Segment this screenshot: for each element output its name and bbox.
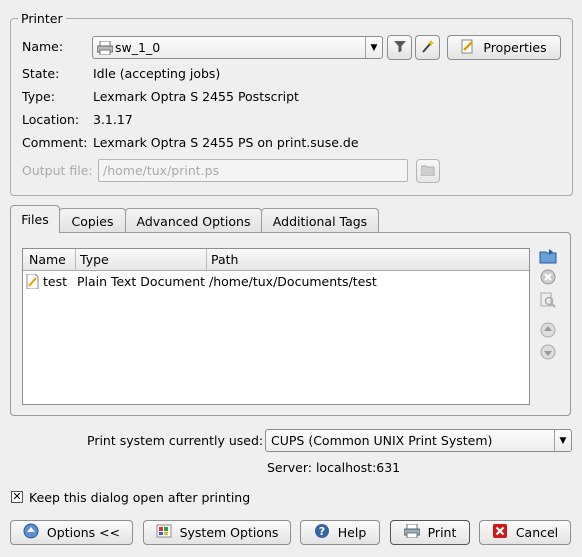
- remove-file-button[interactable]: [538, 268, 558, 288]
- comment-label: Comment:: [22, 135, 88, 150]
- location-label: Location:: [22, 112, 80, 127]
- files-list-header: Name Type Path: [23, 249, 529, 271]
- arrow-down-icon: [540, 344, 556, 363]
- options-label: Options <<: [46, 525, 121, 540]
- output-file-value: /home/tux/print.ps: [103, 163, 220, 178]
- move-up-button[interactable]: [538, 321, 558, 341]
- location-value: 3.1.17: [93, 112, 133, 127]
- print-system-value: CUPS (Common UNIX Print System): [271, 433, 493, 448]
- print-label: Print: [427, 525, 457, 540]
- printer-icon: [96, 40, 114, 55]
- tab-additional-tags-label: Additional Tags: [272, 213, 368, 229]
- properties-button[interactable]: Properties: [447, 35, 561, 60]
- table-row[interactable]: test Plain Text Document /home/tux/Docum…: [23, 272, 529, 292]
- print-system-label: Print system currently used:: [87, 433, 264, 448]
- name-label: Name:: [22, 39, 64, 54]
- cancel-icon: [492, 523, 508, 542]
- state-value: Idle (accepting jobs): [93, 66, 221, 81]
- file-type: Plain Text Document: [77, 274, 206, 289]
- tab-advanced-options[interactable]: Advanced Options: [125, 208, 262, 233]
- keep-open-label: Keep this dialog open after printing: [29, 490, 251, 505]
- file-path: /home/tux/Documents/test: [209, 274, 377, 289]
- text-document-icon: [26, 273, 39, 292]
- help-icon: ?: [314, 523, 330, 542]
- preview-icon: [540, 292, 556, 311]
- tab-copies[interactable]: Copies: [59, 208, 126, 233]
- wizard-button[interactable]: [415, 35, 440, 60]
- server-label: Server: localhost:631: [267, 460, 401, 475]
- remove-icon: [540, 269, 556, 288]
- filter-button[interactable]: [387, 35, 412, 60]
- options-button[interactable]: Options <<: [10, 520, 133, 545]
- tab-files-label: Files: [21, 212, 49, 227]
- state-label: State:: [22, 66, 60, 81]
- svg-text:?: ?: [319, 525, 325, 538]
- column-header-type-label: Type: [80, 252, 109, 267]
- tab-copies-label: Copies: [71, 213, 114, 229]
- filter-icon: [393, 39, 407, 56]
- help-label: Help: [337, 525, 367, 540]
- system-options-icon: [156, 524, 172, 541]
- type-label: Type:: [22, 89, 55, 104]
- properties-label: Properties: [483, 40, 547, 55]
- chevron-down-icon: ▼: [554, 430, 571, 451]
- printer-name-value: sw_1_0: [115, 40, 161, 55]
- browse-file-button[interactable]: [416, 159, 440, 183]
- arrow-up-icon: [540, 322, 556, 341]
- print-system-select[interactable]: CUPS (Common UNIX Print System) ▼: [265, 429, 572, 452]
- output-file-label: Output file:: [22, 163, 93, 178]
- properties-icon: [461, 39, 475, 57]
- add-file-button[interactable]: [538, 247, 558, 267]
- folder-open-icon: [420, 164, 435, 179]
- printer-group-title: Printer: [18, 11, 66, 26]
- tab-advanced-options-label: Advanced Options: [136, 213, 251, 229]
- tab-files[interactable]: Files: [10, 205, 60, 233]
- preview-file-button[interactable]: [538, 291, 558, 311]
- type-value: Lexmark Optra S 2455 Postscript: [93, 89, 299, 104]
- keep-open-checkbox[interactable]: ✕: [11, 491, 23, 503]
- column-header-name-label: Name: [29, 252, 66, 267]
- help-button[interactable]: ? Help: [300, 520, 380, 545]
- move-down-button[interactable]: [538, 343, 558, 363]
- column-header-type[interactable]: Type: [76, 249, 207, 270]
- system-options-label: System Options: [179, 525, 279, 540]
- column-header-name[interactable]: Name: [23, 249, 76, 270]
- cancel-label: Cancel: [515, 525, 559, 540]
- chevron-down-icon: ▼: [365, 37, 382, 58]
- printer-name-select[interactable]: sw_1_0 ▼: [92, 36, 383, 59]
- magic-wand-icon: [421, 39, 435, 56]
- tab-additional-tags[interactable]: Additional Tags: [261, 208, 379, 233]
- comment-value: Lexmark Optra S 2455 PS on print.suse.de: [93, 135, 359, 150]
- column-header-path-label: Path: [211, 252, 239, 267]
- options-icon: [23, 523, 39, 542]
- print-button[interactable]: Print: [390, 520, 470, 545]
- output-file-input[interactable]: /home/tux/print.ps: [98, 159, 408, 182]
- print-icon: [403, 523, 421, 541]
- files-list[interactable]: Name Type Path test Plain Text Document …: [22, 248, 530, 405]
- cancel-button[interactable]: Cancel: [479, 520, 571, 545]
- system-options-button[interactable]: System Options: [143, 520, 291, 545]
- file-name: test: [43, 274, 68, 289]
- column-header-path[interactable]: Path: [207, 249, 529, 270]
- add-file-icon: [539, 248, 557, 267]
